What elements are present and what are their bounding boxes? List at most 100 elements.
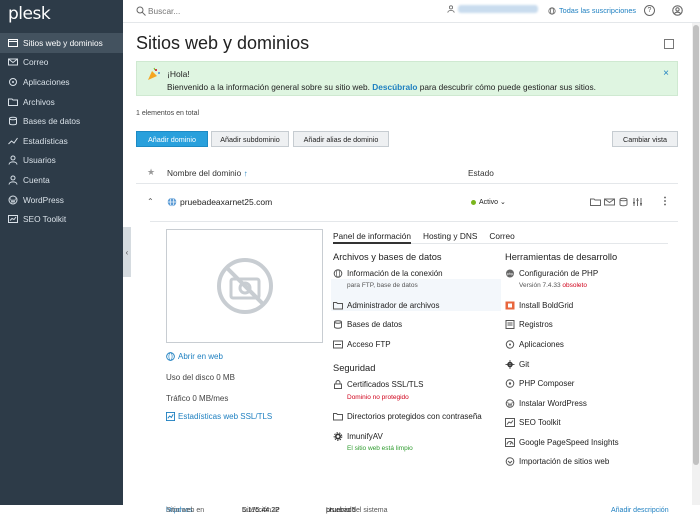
status-dot-icon	[471, 199, 476, 205]
tab-dashboard[interactable]: Panel de información	[333, 228, 411, 244]
collapse-panel-icon[interactable]	[664, 39, 674, 49]
add-domain-button[interactable]: Añadir dominio	[136, 131, 208, 147]
apps-icon	[9, 77, 17, 86]
subscriptions-menu[interactable]: Todas las suscripciones	[548, 6, 636, 15]
sidebar-item-account[interactable]: Cuenta	[0, 170, 123, 190]
php-settings-link[interactable]: php Configuración de PHP	[505, 269, 598, 278]
sidebar-nav: Sitios web y dominios Correo Aplicacione…	[0, 33, 123, 229]
applications-link[interactable]: Aplicaciones	[505, 340, 564, 349]
connection-info-link[interactable]: Información de la conexión	[333, 269, 443, 278]
boldgrid-label: Install BoldGrid	[519, 301, 574, 310]
help-button[interactable]: ?	[644, 5, 655, 16]
files-section-title: Archivos y bases de datos	[333, 252, 442, 262]
security-section-title: Seguridad	[333, 363, 376, 373]
php-composer-link[interactable]: PHP Composer	[505, 379, 574, 388]
php-version-number: Versión 7.4.33	[519, 282, 561, 289]
web-stats-label: Estadísticas web SSL/TLS	[178, 412, 273, 421]
add-description-link[interactable]: Añadir descripción	[611, 507, 669, 514]
main-content: Sitios web y dominios ¡Hola! Bienvenido …	[131, 23, 691, 514]
install-wordpress-link[interactable]: Instalar WordPress	[505, 399, 587, 408]
chevron-up-icon[interactable]: ⌃	[147, 197, 154, 206]
database-icon[interactable]	[618, 197, 629, 207]
sidebar-item-databases[interactable]: Bases de datos	[0, 111, 123, 131]
import-icon	[505, 457, 515, 466]
banner-heading: ¡Hola!	[167, 69, 190, 79]
star-icon[interactable]: ★	[147, 167, 155, 178]
boldgrid-link[interactable]: Install BoldGrid	[505, 301, 573, 310]
add-alias-button[interactable]: Añadir alias de dominio	[293, 131, 389, 147]
scrollbar-thumb[interactable]	[693, 25, 699, 465]
sliders-icon[interactable]	[632, 197, 643, 207]
ip-value: 5.175.44.22	[242, 507, 279, 514]
search-input[interactable]	[148, 3, 378, 19]
user-menu[interactable]	[447, 5, 538, 13]
chart-icon	[166, 412, 175, 421]
tab-hosting-dns[interactable]: Hosting y DNS	[423, 228, 477, 244]
account-icon[interactable]	[672, 5, 683, 16]
imunifyav-label: ImunifyAV	[347, 432, 383, 441]
site-root-label: Sitio web en	[166, 507, 205, 514]
boldgrid-icon	[505, 301, 515, 310]
change-view-button[interactable]: Cambiar vista	[612, 131, 678, 147]
sidebar-item-label: Estadísticas	[23, 135, 68, 146]
details-tabs: Panel de información Hosting y DNS Corre…	[333, 228, 668, 244]
more-options-icon[interactable]: ⋮	[660, 196, 670, 207]
file-manager-link[interactable]: Administrador de archivos	[333, 301, 439, 310]
row-actions	[590, 197, 643, 207]
sidebar-item-wordpress[interactable]: WordPress	[0, 190, 123, 210]
seo-toolkit-link[interactable]: SEO Toolkit	[505, 418, 561, 427]
logs-link[interactable]: Registros	[505, 320, 553, 329]
imunifyav-link[interactable]: ImunifyAV	[333, 432, 383, 441]
sidebar-item-users[interactable]: Usuarios	[0, 151, 123, 171]
databases-link[interactable]: Bases de datos	[333, 320, 402, 329]
dev-section-title: Herramientas de desarrollo	[505, 252, 618, 262]
sidebar-item-label: Archivos	[23, 96, 55, 107]
close-icon[interactable]: ×	[663, 68, 669, 79]
topbar: Todas las suscripciones ?	[123, 0, 700, 23]
pagespeed-icon	[505, 438, 515, 447]
tab-mail[interactable]: Correo	[489, 228, 514, 244]
folder-icon[interactable]	[590, 197, 601, 207]
pagespeed-link[interactable]: Google PageSpeed Insights	[505, 438, 619, 447]
svg-text:php: php	[507, 272, 514, 276]
git-link[interactable]: Git	[505, 360, 529, 369]
git-icon	[505, 360, 515, 369]
web-icon	[8, 38, 18, 47]
status-dropdown[interactable]: Activo ⌄	[471, 198, 506, 206]
sidebar-item-stats[interactable]: Estadísticas	[0, 131, 123, 151]
ssl-certificates-link[interactable]: Certificados SSL/TLS	[333, 380, 423, 389]
git-label: Git	[519, 360, 530, 369]
website-preview[interactable]	[166, 229, 323, 343]
sort-asc-icon: ↑	[243, 168, 248, 178]
sidebar-item-files[interactable]: Archivos	[0, 92, 123, 112]
sidebar-item-apps[interactable]: Aplicaciones	[0, 72, 123, 92]
sidebar-item-seo[interactable]: SEO Toolkit	[0, 209, 123, 229]
seo-icon	[505, 418, 515, 427]
web-stats-link[interactable]: Estadísticas web SSL/TLS	[166, 412, 272, 421]
add-subdomain-button[interactable]: Añadir subdominio	[211, 131, 289, 147]
scrollbar[interactable]	[692, 23, 700, 505]
table-header: ★ Nombre del dominio ↑ Estado	[136, 161, 678, 184]
sidebar-item-label: Cuenta	[23, 174, 50, 185]
open-in-web-link[interactable]: Abrir en web	[166, 352, 223, 361]
databases-label: Bases de datos	[347, 320, 403, 329]
sidebar-collapse-button[interactable]: ‹	[123, 227, 131, 277]
protected-dirs-link[interactable]: Directorios protegidos con contraseña	[333, 412, 482, 421]
sidebar-item-mail[interactable]: Correo	[0, 53, 123, 73]
domain-name[interactable]: pruebadeaxarnet25.com	[180, 197, 272, 207]
account-icon	[8, 175, 18, 185]
banner-discover-link[interactable]: Descúbralo	[372, 82, 417, 92]
mail-icon[interactable]	[604, 197, 615, 207]
plesk-logo[interactable]: plesk	[8, 4, 51, 24]
site-import-link[interactable]: Importación de sitios web	[505, 457, 609, 466]
install-wordpress-label: Instalar WordPress	[519, 399, 587, 408]
column-domain-name[interactable]: Nombre del dominio ↑	[167, 168, 248, 178]
wordpress-icon	[8, 195, 18, 205]
logs-icon	[505, 320, 515, 329]
seo-icon	[8, 215, 18, 224]
globe-icon	[548, 6, 556, 15]
ftp-access-link[interactable]: Acceso FTP	[333, 340, 391, 349]
sidebar: plesk Sitios web y dominios Correo Aplic…	[0, 0, 123, 505]
sidebar-item-websites[interactable]: Sitios web y dominios	[0, 33, 123, 53]
ftp-icon	[333, 340, 343, 349]
